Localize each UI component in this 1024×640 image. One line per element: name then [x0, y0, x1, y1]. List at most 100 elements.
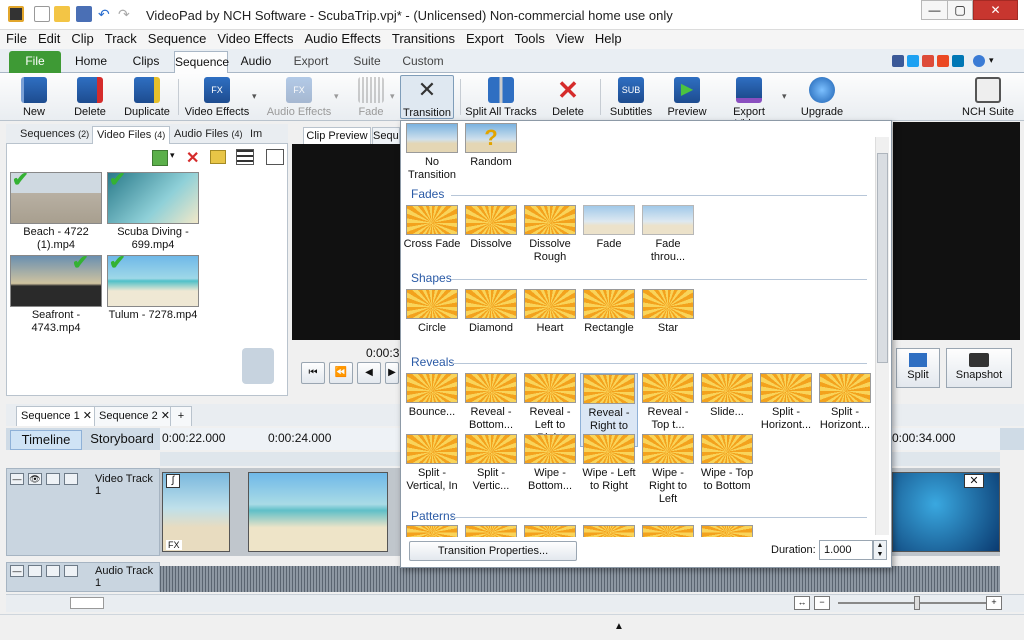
menu-view[interactable]: View	[550, 30, 589, 46]
sequence-preview-tab[interactable]: Seque	[372, 127, 400, 144]
transition-option[interactable]: Reveal - Bottom...	[462, 373, 520, 432]
tab-sequence[interactable]: Sequence	[174, 51, 229, 73]
nch-suite-button[interactable]: NCH Suite	[960, 75, 1016, 118]
close-tab-icon[interactable]: ✕	[161, 410, 170, 422]
tab-sequence-1[interactable]: Sequence 1 ✕	[16, 406, 97, 426]
tab-audio-files[interactable]: Audio Files (4)	[170, 126, 246, 144]
google-plus-icon[interactable]	[922, 55, 934, 67]
transition-option[interactable]: Split - Vertical, In	[403, 434, 461, 493]
video-effects-button[interactable]: FX Video Effects	[184, 75, 250, 118]
transition-option[interactable]: Dissolve	[462, 205, 520, 251]
menu-transitions[interactable]: Transitions	[386, 30, 460, 46]
status-arrow-icon[interactable]: ▲	[614, 621, 624, 632]
transition-button[interactable]: ✕ Transition	[400, 75, 454, 119]
video-clip-tulum[interactable]	[248, 472, 388, 552]
new-file-icon[interactable]	[34, 6, 50, 22]
undo-icon[interactable]: ↶	[98, 6, 114, 22]
zoom-slider-thumb[interactable]	[914, 596, 920, 610]
prev-frame-button[interactable]: ⏪	[329, 362, 353, 384]
preview-button[interactable]: ▶ Preview	[666, 75, 708, 118]
transition-option[interactable]: Split - Horizont...	[757, 373, 815, 432]
go-start-button[interactable]: ⏮	[301, 362, 325, 384]
add-sequence-tab[interactable]: +	[170, 406, 192, 426]
clip-preview-tab[interactable]: Clip Preview	[303, 127, 371, 144]
transition-preview-icon[interactable]	[583, 525, 635, 537]
menu-file[interactable]: File	[0, 30, 32, 46]
track-effects-icon[interactable]	[46, 473, 60, 485]
delete-clip-button[interactable]: Delete	[70, 75, 110, 118]
close-tab-icon[interactable]: ✕	[83, 410, 92, 422]
transition-option[interactable]: Cross Fade	[403, 205, 461, 251]
tab-home[interactable]: Home	[66, 51, 116, 73]
transition-properties-button[interactable]: Transition Properties...	[409, 541, 577, 561]
transition-option[interactable]: Circle	[403, 289, 461, 335]
scroll-thumb[interactable]	[877, 153, 888, 363]
stumbleupon-icon[interactable]	[937, 55, 949, 67]
linkedin-icon[interactable]	[952, 55, 964, 67]
close-button[interactable]: ✕	[973, 0, 1018, 20]
bin-undock-icon[interactable]	[266, 149, 284, 165]
menu-clip[interactable]: Clip	[65, 30, 98, 46]
menu-tools[interactable]: Tools	[509, 30, 550, 46]
speaker-icon[interactable]	[28, 565, 42, 577]
options-dropdown-icon[interactable]: ▾	[989, 55, 1001, 67]
menu-track[interactable]: Track	[99, 30, 142, 46]
timeline-tab[interactable]: Timeline	[10, 430, 82, 450]
transition-option[interactable]: Wipe - Right to Left	[639, 434, 697, 506]
zoom-in-icon[interactable]: +	[986, 596, 1002, 610]
menu-help[interactable]: Help	[589, 30, 627, 46]
lock-track-icon[interactable]	[64, 473, 78, 485]
menu-export[interactable]: Export	[460, 30, 509, 46]
audio-waveform[interactable]	[160, 566, 1000, 592]
split-all-tracks-button[interactable]: Split All Tracks	[464, 75, 538, 118]
transition-preview-icon[interactable]	[406, 525, 458, 537]
transition-preview-icon[interactable]	[465, 525, 517, 537]
track-effects-icon[interactable]	[46, 565, 60, 577]
menu-video-effects[interactable]: Video Effects	[211, 30, 298, 46]
minimize-button[interactable]: —	[921, 0, 948, 20]
bin-add-button[interactable]	[152, 150, 168, 166]
tab-sequences[interactable]: Sequences (2)	[16, 126, 93, 144]
clip-transition-marker[interactable]: ∫	[166, 474, 180, 488]
transition-option[interactable]: Split - Horizont...	[816, 373, 874, 432]
transition-option[interactable]: Dissolve Rough	[521, 205, 579, 264]
subtitles-button[interactable]: SUB Subtitles	[608, 75, 654, 118]
duplicate-button[interactable]: Duplicate	[122, 75, 172, 118]
help-icon[interactable]	[973, 55, 985, 67]
transition-option[interactable]: Rectangle	[580, 289, 638, 335]
menu-sequence[interactable]: Sequence	[142, 30, 212, 46]
play-button[interactable]: ▶	[385, 362, 399, 384]
tab-clips[interactable]: Clips	[121, 51, 171, 73]
open-folder-icon[interactable]	[54, 6, 70, 22]
transition-preview-icon[interactable]	[701, 525, 753, 537]
save-icon[interactable]	[76, 6, 92, 22]
video-effects-dropdown[interactable]: ▾	[252, 91, 257, 102]
menu-edit[interactable]: Edit	[32, 30, 65, 46]
menu-audio-effects[interactable]: Audio Effects	[299, 30, 386, 46]
redo-icon[interactable]: ↷	[118, 6, 134, 22]
collapse-track-icon[interactable]: —	[10, 473, 24, 485]
visibility-eye-icon[interactable]: 👁	[28, 473, 42, 485]
tab-export[interactable]: Export	[284, 51, 338, 73]
transition-preview-icon[interactable]	[642, 525, 694, 537]
fade-button[interactable]: Fade	[350, 75, 392, 118]
transition-option[interactable]: Heart	[521, 289, 579, 335]
bin-new-folder-icon[interactable]	[210, 150, 226, 164]
zoom-slider[interactable]	[838, 602, 988, 604]
transition-option[interactable]: Bounce...	[403, 373, 461, 419]
export-video-dropdown[interactable]: ▾	[782, 91, 787, 102]
transition-option[interactable]: No Transition	[403, 123, 461, 182]
transition-option[interactable]: Wipe - Top to Bottom	[698, 434, 756, 493]
tab-images[interactable]: Im	[246, 126, 266, 144]
facebook-icon[interactable]	[892, 55, 904, 67]
transition-option[interactable]: Star	[639, 289, 697, 335]
tab-suite[interactable]: Suite	[342, 51, 392, 73]
scroll-thumb[interactable]	[70, 597, 104, 609]
transition-option[interactable]: Diamond	[462, 289, 520, 335]
tab-video-files[interactable]: Video Files (4)	[92, 126, 171, 144]
transition-option[interactable]: Wipe - Left to Right	[580, 434, 638, 493]
transition-option[interactable]: Fade throu...	[639, 205, 697, 264]
collapse-track-icon[interactable]: —	[10, 565, 24, 577]
duration-input[interactable]: 1.000	[819, 540, 873, 560]
fade-dropdown[interactable]: ▾	[390, 91, 395, 102]
